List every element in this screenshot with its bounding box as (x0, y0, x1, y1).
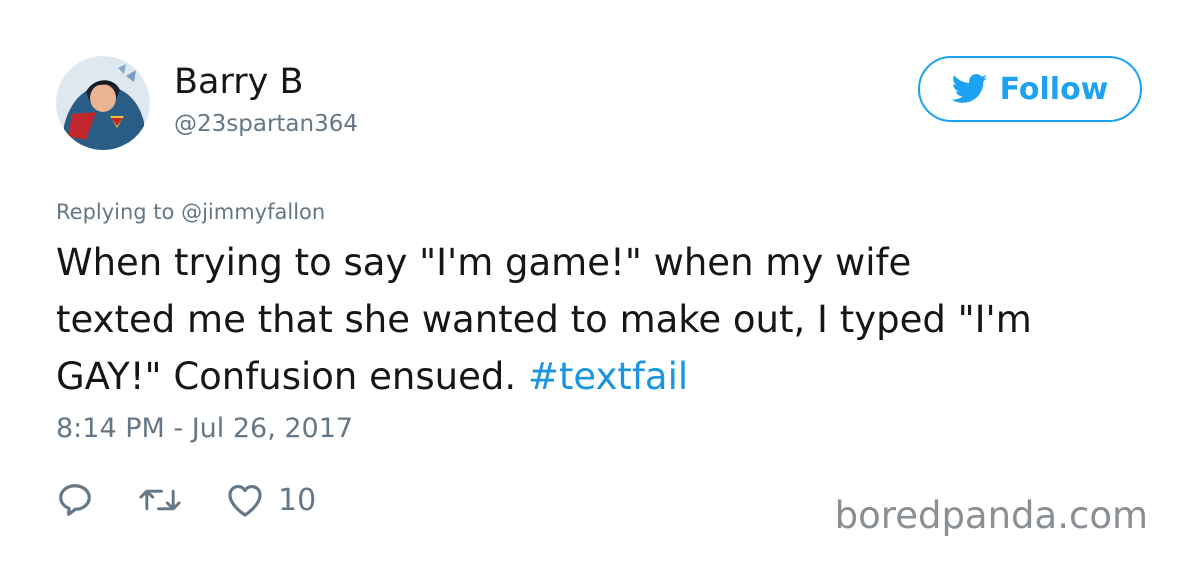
tweet-text: When trying to say "I'm game!" when my w… (56, 234, 1156, 405)
twitter-bird-icon (951, 74, 988, 103)
tweet-text-line-2: texted me that she wanted to make out, I… (56, 298, 1032, 341)
follow-button[interactable]: Follow (918, 56, 1142, 122)
watermark: boredpanda.com (834, 494, 1148, 537)
tweet-actions: 10 (56, 478, 360, 522)
reply-context: Replying to @jimmyfallon (56, 200, 325, 224)
display-name[interactable]: Barry B (174, 60, 303, 104)
follow-button-label: Follow (999, 71, 1109, 107)
tweet-text-line-3: GAY!" Confusion ensued. (56, 355, 517, 398)
like-button[interactable]: 10 (226, 482, 316, 518)
reply-button[interactable] (56, 481, 94, 519)
superman-avatar-icon (56, 56, 150, 150)
retweet-icon (139, 489, 181, 511)
tweet-text-line-1: When trying to say "I'm game!" when my w… (56, 241, 912, 284)
heart-icon (228, 484, 262, 517)
user-handle[interactable]: @23spartan364 (174, 109, 358, 139)
retweet-button[interactable] (138, 483, 182, 517)
reply-icon (59, 484, 91, 516)
tweet-timestamp[interactable]: 8:14 PM - Jul 26, 2017 (56, 413, 353, 444)
avatar[interactable] (56, 56, 150, 150)
reply-mention-link[interactable]: @jimmyfallon (181, 200, 325, 224)
reply-context-prefix: Replying to (56, 200, 175, 224)
tweet-card: Barry B @23spartan364 Follow Replying to… (0, 0, 1200, 574)
like-count: 10 (278, 482, 317, 518)
hashtag-link[interactable]: #textfail (528, 355, 688, 398)
